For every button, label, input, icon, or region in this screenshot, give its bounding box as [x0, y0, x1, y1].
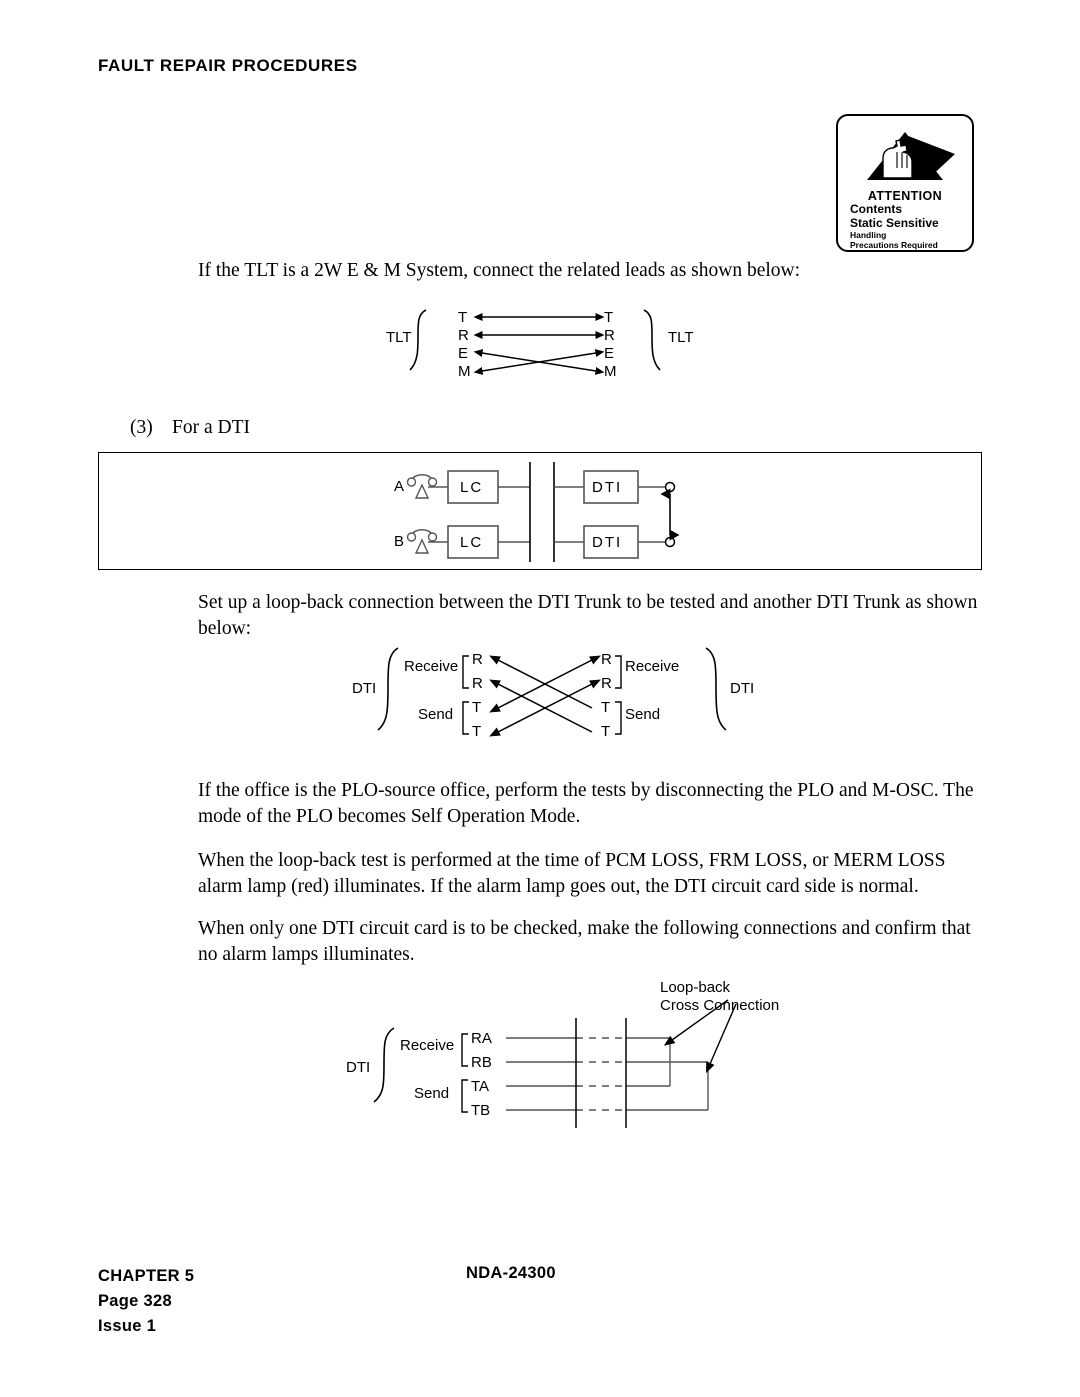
dti-loopback-diagram: DTI DTI Receive R R Send T T R R Receive…	[352, 640, 754, 750]
loopback-right-receive-label: Receive	[625, 658, 679, 675]
footer-chapter: CHAPTER 5	[98, 1267, 195, 1285]
esd-line-static-sensitive: Static Sensitive	[850, 215, 939, 230]
lc-label-b: LC	[460, 534, 483, 551]
loopback-right-send-lead-1: T	[601, 723, 610, 740]
crossconnect-callout-line1: Loop-back	[660, 979, 731, 996]
tlt-right-lead-2: E	[604, 345, 614, 362]
loopback-right-send-lead-0: T	[601, 699, 610, 716]
paragraph-plo-source: If the office is the PLO-source office, …	[198, 780, 974, 827]
brace-left	[373, 1027, 395, 1103]
esd-line-handling: Handling	[850, 230, 887, 240]
paragraph-alarm-lamp: When the loop-back test is performed at …	[198, 850, 946, 897]
loopback-right-receive-lead-0: R	[601, 651, 612, 668]
esd-line-precautions: Precautions Required	[850, 240, 938, 250]
footer-left-block: CHAPTER 5 Page 328 Issue 1	[98, 1264, 194, 1339]
esd-hand-triangle-icon	[867, 132, 955, 180]
loopback-left-send-lead-1: T	[472, 723, 481, 740]
loopback-left-receive-label: Receive	[404, 658, 458, 675]
bracket-right-send	[615, 701, 622, 735]
brace-left	[377, 647, 399, 731]
crossconnect-receive-label: Receive	[400, 1037, 454, 1054]
document-page: FAULT REPAIR PROCEDURES ATTENTION Conten…	[0, 0, 1080, 1397]
list-item-number-3: (3)	[130, 417, 153, 438]
crossconnect-receive-lead-0: RA	[471, 1030, 492, 1047]
bracket-left-receive	[462, 655, 469, 689]
esd-attention-label: ATTENTION Contents Static Sensitive Hand…	[836, 114, 974, 252]
esd-line-contents: Contents	[850, 202, 902, 216]
station-b-label: B	[394, 533, 404, 550]
tlt-right-lead-3: M	[604, 363, 617, 380]
bracket-send	[461, 1079, 468, 1113]
crossconnect-left-label: DTI	[346, 1059, 370, 1076]
loopback-left-send-lead-0: T	[472, 699, 481, 716]
tlt-left-lead-2: E	[458, 345, 468, 362]
tlt-right-label: TLT	[668, 329, 694, 346]
crossconnect-receive-lead-1: RB	[471, 1054, 492, 1071]
bracket-left-send	[462, 701, 469, 735]
loopback-left-label: DTI	[352, 680, 376, 697]
dti-label-b: DTI	[592, 534, 622, 551]
crossconnect-send-lead-1: TB	[471, 1102, 490, 1119]
esd-line-attention: ATTENTION	[867, 189, 943, 203]
tlt-left-label: TLT	[386, 329, 412, 346]
terminal-circle-icon	[664, 536, 676, 548]
paragraph-loopback-setup: Set up a loop-back connection between th…	[198, 592, 978, 639]
page-running-head: FAULT REPAIR PROCEDURES	[98, 56, 358, 75]
footer-page: Page 328	[98, 1292, 172, 1310]
tlt-right-lead-0: T	[604, 309, 613, 326]
brace-right	[705, 647, 727, 731]
station-a-label: A	[394, 478, 404, 495]
crossconnect-send-label: Send	[414, 1085, 449, 1102]
loopback-left-send-label: Send	[418, 706, 453, 723]
bracket-receive	[461, 1033, 468, 1067]
dti-crossconnect-diagram: DTI Receive RA RB Send TA TB Loop-back C…	[338, 979, 808, 1128]
loopback-left-receive-lead-1: R	[472, 675, 483, 692]
crossconnect-send-lead-0: TA	[471, 1078, 489, 1095]
tlt-right-lead-1: R	[604, 327, 615, 344]
paragraph-tlt-2w-em: If the TLT is a 2W E & M System, connect…	[198, 260, 801, 281]
tlt-lead-diagram: TLT TLT T R E M T R E M	[386, 300, 694, 400]
paragraph-single-card: When only one DTI circuit card is to be …	[198, 918, 971, 965]
bracket-right-receive	[615, 655, 622, 689]
loopback-right-send-label: Send	[625, 706, 660, 723]
tlt-left-lead-0: T	[458, 309, 467, 326]
loopback-right-receive-lead-1: R	[601, 675, 612, 692]
loopback-left-receive-lead-0: R	[472, 651, 483, 668]
dti-station-diagram: A LC B LC DTI DTI	[390, 460, 700, 564]
lc-label-a: LC	[460, 479, 483, 496]
terminal-circle-icon	[664, 481, 676, 493]
tlt-left-lead-1: R	[458, 327, 469, 344]
dti-label-a: DTI	[592, 479, 622, 496]
list-item-text-3: For a DTI	[172, 417, 250, 438]
loopback-right-label: DTI	[730, 680, 754, 697]
tlt-left-lead-3: M	[458, 363, 471, 380]
footer-doc-number: NDA-24300	[466, 1264, 556, 1282]
footer-issue: Issue 1	[98, 1317, 157, 1335]
